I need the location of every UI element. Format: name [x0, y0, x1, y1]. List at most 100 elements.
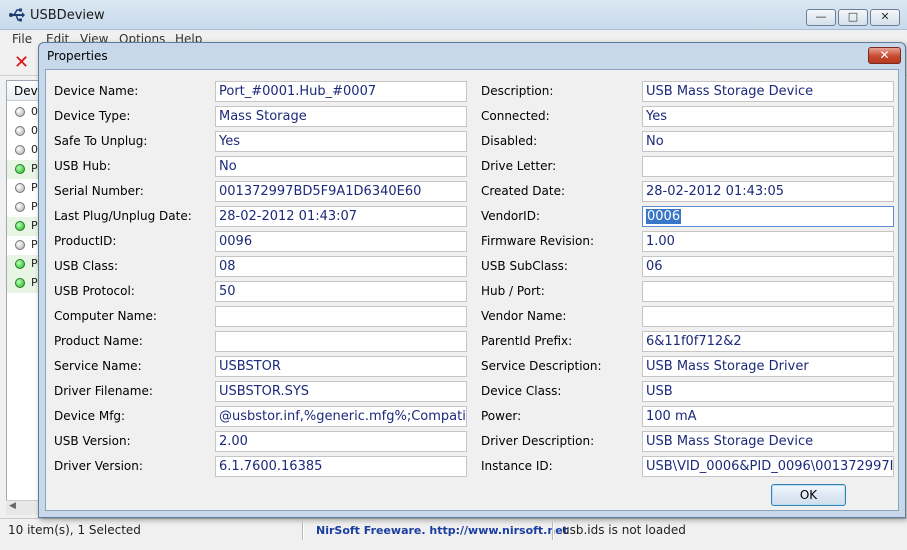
field-value-usb-protocol[interactable]: 50	[215, 281, 467, 302]
field-value-hub-port[interactable]	[642, 281, 894, 302]
status-item-count: 10 item(s), 1 Selected	[8, 523, 141, 537]
maximize-button[interactable]: □	[838, 9, 868, 26]
field-label-parentid-prefix: ParentId Prefix:	[481, 334, 573, 348]
field-value-device-type[interactable]: Mass Storage	[215, 106, 467, 127]
field-value-power[interactable]: 100 mA	[642, 406, 894, 427]
field-value-serial-number[interactable]: 001372997BD5F9A1D6340E60	[215, 181, 467, 202]
field-label-power: Power:	[481, 409, 522, 423]
field-label-driver-filename: Driver Filename:	[54, 384, 153, 398]
selected-text: 0006	[646, 209, 682, 224]
field-label-usb-hub: USB Hub:	[54, 159, 111, 173]
connected-status-icon	[15, 259, 25, 269]
field-label-vendor-name: Vendor Name:	[481, 309, 567, 323]
field-label-drive-letter: Drive Letter:	[481, 159, 557, 173]
list-item[interactable]: 00	[7, 103, 41, 122]
field-value-vendorid[interactable]: 0006	[642, 206, 894, 227]
field-label-last-plug-unplug-date: Last Plug/Unplug Date:	[54, 209, 192, 223]
field-value-instance-id[interactable]: USB\VID_0006&PID_0096\001372997I	[642, 456, 894, 477]
field-value-service-description[interactable]: USB Mass Storage Driver	[642, 356, 894, 377]
field-value-usb-subclass[interactable]: 06	[642, 256, 894, 277]
field-value-computer-name[interactable]	[215, 306, 467, 327]
field-label-hub-port: Hub / Port:	[481, 284, 545, 298]
field-label-instance-id: Instance ID:	[481, 459, 553, 473]
list-item[interactable]: Po	[7, 255, 41, 274]
field-label-description: Description:	[481, 84, 554, 98]
menu-file[interactable]: File	[12, 32, 32, 46]
list-item[interactable]: Po	[7, 274, 41, 293]
field-label-connected: Connected:	[481, 109, 550, 123]
list-item[interactable]: 00	[7, 141, 41, 160]
disconnected-status-icon	[15, 126, 25, 136]
field-value-device-class[interactable]: USB	[642, 381, 894, 402]
dialog-close-button[interactable]: ✕	[868, 47, 901, 64]
field-label-created-date: Created Date:	[481, 184, 566, 198]
field-value-last-plug-unplug-date[interactable]: 28-02-2012 01:43:07	[215, 206, 467, 227]
connected-status-icon	[15, 278, 25, 288]
field-label-disabled: Disabled:	[481, 134, 538, 148]
connected-status-icon	[15, 164, 25, 174]
field-value-firmware-revision[interactable]: 1.00	[642, 231, 894, 252]
properties-dialog: Properties ✕ Device Name: Port_#0001.Hub_…	[38, 42, 906, 518]
dialog-title-bar[interactable]: Properties ✕	[39, 43, 905, 69]
field-value-safe-to-unplug[interactable]: Yes	[215, 131, 467, 152]
field-label-usb-protocol: USB Protocol:	[54, 284, 135, 298]
list-horizontal-scrollbar[interactable]: ◀	[6, 500, 42, 515]
field-value-usb-hub[interactable]: No	[215, 156, 467, 177]
field-value-drive-letter[interactable]	[642, 156, 894, 177]
field-value-parentid-prefix[interactable]: 6&11f0f712&2	[642, 331, 894, 352]
list-item[interactable]: Po	[7, 179, 41, 198]
device-list[interactable]: Devi 000000PoPoPoPoPoPoPo	[6, 80, 42, 514]
list-item[interactable]: Po	[7, 160, 41, 179]
list-item[interactable]: Po	[7, 198, 41, 217]
field-value-device-mfg[interactable]: @usbstor.inf,%generic.mfg%;Compatit	[215, 406, 467, 427]
list-item[interactable]: 00	[7, 122, 41, 141]
field-label-usb-subclass: USB SubClass:	[481, 259, 568, 273]
connected-status-icon	[15, 221, 25, 231]
field-label-vendorid: VendorID:	[481, 209, 540, 223]
field-label-service-name: Service Name:	[54, 359, 142, 373]
field-label-device-type: Device Type:	[54, 109, 131, 123]
field-value-created-date[interactable]: 28-02-2012 01:43:05	[642, 181, 894, 202]
field-label-product-name: Product Name:	[54, 334, 143, 348]
main-close-button[interactable]: ✕	[870, 9, 900, 26]
list-item[interactable]: Po	[7, 217, 41, 236]
field-value-disabled[interactable]: No	[642, 131, 894, 152]
field-label-device-class: Device Class:	[481, 384, 562, 398]
disconnected-status-icon	[15, 107, 25, 117]
usb-app-icon	[9, 8, 25, 22]
field-value-usb-class[interactable]: 08	[215, 256, 467, 277]
disconnected-status-icon	[15, 240, 25, 250]
main-window-title: USBDeview	[30, 8, 105, 23]
field-value-device-name[interactable]: Port_#0001.Hub_#0007	[215, 81, 467, 102]
field-value-usb-version[interactable]: 2.00	[215, 431, 467, 452]
field-label-device-name: Device Name:	[54, 84, 139, 98]
field-label-serial-number: Serial Number:	[54, 184, 144, 198]
field-label-safe-to-unplug: Safe To Unplug:	[54, 134, 148, 148]
status-nirsoft-link[interactable]: NirSoft Freeware. http://www.nirsoft.net	[316, 524, 568, 537]
field-label-usb-version: USB Version:	[54, 434, 131, 448]
disconnected-status-icon	[15, 202, 25, 212]
field-value-description[interactable]: USB Mass Storage Device	[642, 81, 894, 102]
disconnected-status-icon	[15, 183, 25, 193]
field-value-service-name[interactable]: USBSTOR	[215, 356, 467, 377]
field-value-product-name[interactable]	[215, 331, 467, 352]
field-label-driver-version: Driver Version:	[54, 459, 143, 473]
field-value-connected[interactable]: Yes	[642, 106, 894, 127]
field-label-usb-class: USB Class:	[54, 259, 119, 273]
field-label-computer-name: Computer Name:	[54, 309, 157, 323]
minimize-button[interactable]: —	[806, 9, 836, 26]
list-item[interactable]: Po	[7, 236, 41, 255]
field-label-firmware-revision: Firmware Revision:	[481, 234, 595, 248]
ok-button[interactable]: OK	[771, 484, 846, 506]
delete-icon[interactable]: ✕	[14, 52, 29, 73]
field-value-driver-description[interactable]: USB Mass Storage Device	[642, 431, 894, 452]
disconnected-status-icon	[15, 145, 25, 155]
field-value-driver-filename[interactable]: USBSTOR.SYS	[215, 381, 467, 402]
field-label-productid: ProductID:	[54, 234, 117, 248]
field-value-productid[interactable]: 0096	[215, 231, 467, 252]
list-column-header[interactable]: Devi	[7, 81, 41, 101]
field-value-driver-version[interactable]: 6.1.7600.16385	[215, 456, 467, 477]
field-label-device-mfg: Device Mfg:	[54, 409, 126, 423]
main-title-bar[interactable]: USBDeview — □ ✕	[0, 0, 907, 30]
field-value-vendor-name[interactable]	[642, 306, 894, 327]
